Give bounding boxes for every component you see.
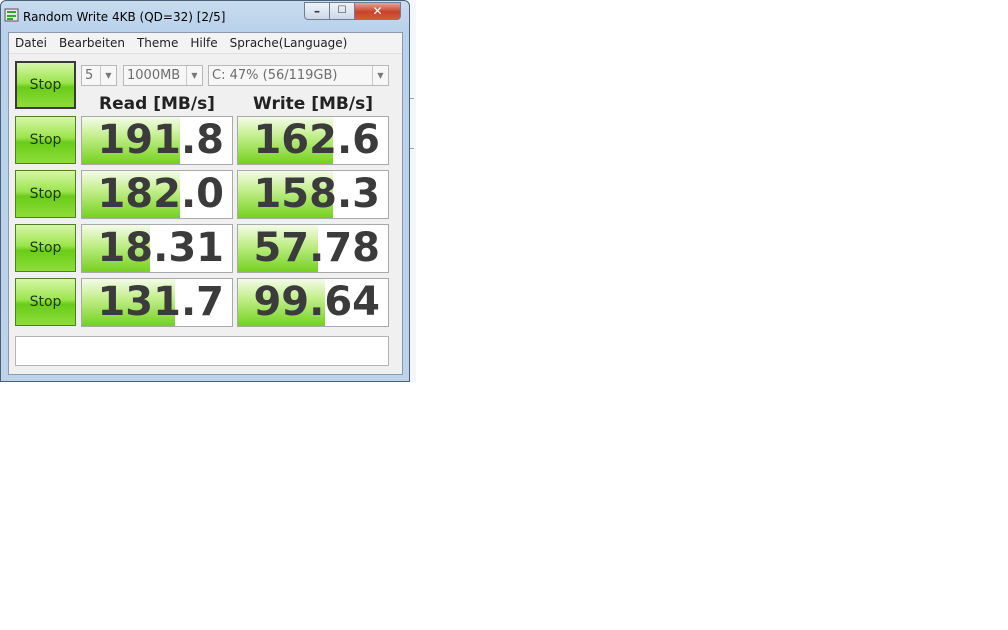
read-header: Read [MB/s] [99, 94, 215, 114]
stop-all-button[interactable]: Stop [15, 61, 76, 109]
write-value: 158.3 [253, 171, 380, 217]
close-icon: ✕ [372, 4, 383, 18]
read-value: 18.31 [97, 225, 224, 271]
status-comment-box[interactable] [15, 336, 389, 366]
app-icon [4, 8, 19, 22]
drive-value: C: 47% (56/119GB) [212, 68, 338, 83]
row-stop-label: Stop [29, 132, 62, 148]
menu-hilfe[interactable]: Hilfe [184, 36, 223, 50]
drive-select[interactable]: C: 47% (56/119GB) ▼ [208, 65, 389, 86]
app-window: Random Write 4KB (QD=32) [2/5] – ☐ ✕ Dat… [0, 0, 410, 382]
minimize-button[interactable]: – [304, 2, 330, 20]
read-value: 191.8 [97, 117, 224, 163]
size-select[interactable]: 1000MB ▼ [123, 65, 203, 86]
minimize-icon: – [314, 4, 320, 18]
menu-bearbeiten[interactable]: Bearbeiten [53, 36, 131, 50]
client-area: Datei Bearbeiten Theme Hilfe Sprache(Lan… [8, 32, 403, 375]
write-value: 162.6 [253, 117, 380, 163]
write-result-cell: 99.64 [237, 278, 389, 327]
chevron-down-icon: ▼ [372, 66, 388, 85]
row-stop-label: Stop [29, 240, 62, 256]
write-header: Write [MB/s] [253, 94, 373, 114]
size-value: 1000MB [127, 68, 181, 83]
write-result-cell: 158.3 [237, 170, 389, 219]
maximize-button[interactable]: ☐ [329, 2, 355, 20]
chevron-down-icon: ▼ [100, 66, 116, 85]
row-stop-button[interactable]: Stop [15, 278, 76, 326]
maximize-icon: ☐ [337, 5, 347, 16]
count-select[interactable]: 5 ▼ [81, 65, 117, 86]
write-result-cell: 162.6 [237, 116, 389, 165]
read-result-cell: 131.7 [81, 278, 233, 327]
read-value: 131.7 [97, 279, 224, 325]
row-stop-button[interactable]: Stop [15, 170, 76, 218]
write-result-cell: 57.78 [237, 224, 389, 273]
read-value: 182.0 [97, 171, 224, 217]
stop-all-label: Stop [29, 77, 62, 93]
close-button[interactable]: ✕ [354, 2, 401, 20]
window-title: Random Write 4KB (QD=32) [2/5] [23, 10, 226, 24]
read-result-cell: 18.31 [81, 224, 233, 273]
menu-sprache[interactable]: Sprache(Language) [224, 36, 354, 50]
read-result-cell: 191.8 [81, 116, 233, 165]
write-value: 99.64 [253, 279, 380, 325]
row-stop-button[interactable]: Stop [15, 116, 76, 164]
menu-bar: Datei Bearbeiten Theme Hilfe Sprache(Lan… [9, 33, 402, 54]
row-stop-label: Stop [29, 294, 62, 310]
chevron-down-icon: ▼ [186, 66, 202, 85]
menu-theme[interactable]: Theme [131, 36, 184, 50]
benchmark-panel: Stop 5 ▼ 1000MB ▼ C: 47% (56/119GB) ▼ Re… [9, 54, 402, 374]
menu-datei[interactable]: Datei [9, 36, 53, 50]
row-stop-label: Stop [29, 186, 62, 202]
row-stop-button[interactable]: Stop [15, 224, 76, 272]
count-value: 5 [85, 68, 94, 83]
read-result-cell: 182.0 [81, 170, 233, 219]
write-value: 57.78 [253, 225, 380, 271]
